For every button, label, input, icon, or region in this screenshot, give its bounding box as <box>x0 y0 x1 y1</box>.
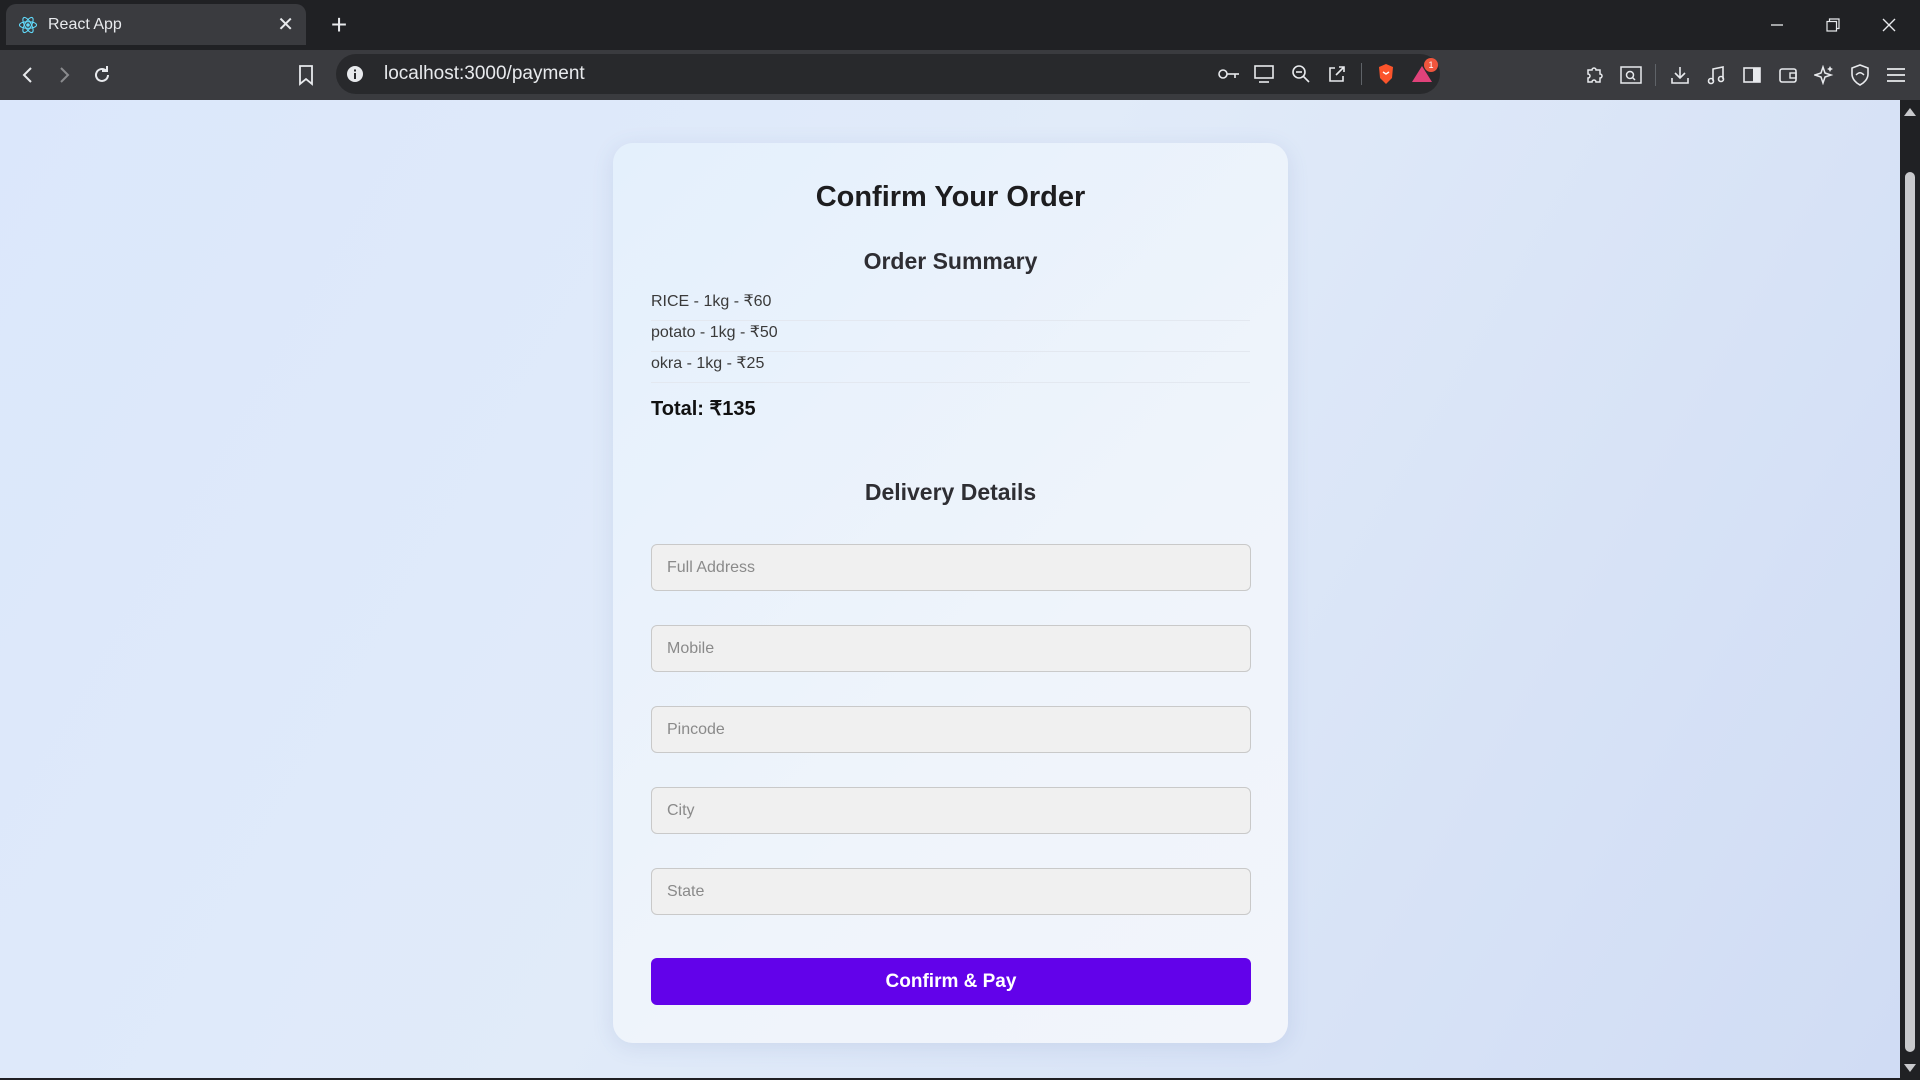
share-icon <box>1329 66 1345 82</box>
forward-arrow-icon <box>60 67 70 83</box>
confirm-pay-button[interactable]: Confirm & Pay <box>651 958 1251 1005</box>
scroll-down-arrow-icon[interactable] <box>1904 1064 1916 1072</box>
order-item: potato - 1kg - ₹50 <box>651 321 1250 352</box>
delivery-details-heading: Delivery Details <box>864 479 1037 505</box>
menu-button[interactable] <box>1878 57 1914 93</box>
downloads-button[interactable] <box>1662 57 1698 93</box>
toolbar-divider <box>1655 64 1656 86</box>
wallet-icon <box>1779 68 1797 83</box>
brave-lion-icon <box>1379 64 1393 84</box>
media-button[interactable] <box>1698 57 1734 93</box>
bookmark-icon <box>299 65 313 86</box>
brave-shields-button[interactable] <box>1368 56 1404 92</box>
restore-window-button[interactable] <box>1810 8 1856 42</box>
address-input[interactable] <box>651 544 1251 591</box>
key-icon <box>1218 69 1239 79</box>
tab-title: React App <box>48 15 122 33</box>
extensions-button[interactable] <box>1577 57 1613 93</box>
scrollbar-thumb[interactable] <box>1905 172 1915 1052</box>
sidebar-icon <box>1743 67 1761 83</box>
url-text[interactable]: localhost:3000/payment <box>384 63 585 85</box>
browser-tab[interactable]: React App ✕ <box>6 4 306 45</box>
order-item: RICE - 1kg - ₹60 <box>651 290 1250 321</box>
sparkle-icon <box>1814 65 1834 85</box>
order-items-list: RICE - 1kg - ₹60 potato - 1kg - ₹50 okra… <box>651 290 1250 383</box>
tab-search-button[interactable] <box>1613 57 1649 93</box>
brave-rewards-button[interactable]: 1 <box>1404 56 1440 92</box>
close-window-icon <box>1882 18 1896 32</box>
install-app-icon <box>1254 65 1274 83</box>
checkout-card: Confirm Your Order Order Summary RICE - … <box>613 143 1288 1043</box>
zoom-button[interactable] <box>1283 56 1319 92</box>
vertical-scrollbar[interactable] <box>1900 100 1920 1080</box>
city-input[interactable] <box>651 787 1251 834</box>
music-note-icon <box>1707 66 1725 85</box>
download-icon <box>1671 67 1689 84</box>
order-total: Total: ₹135 <box>651 398 756 420</box>
order-summary-heading: Order Summary <box>863 248 1038 274</box>
close-tab-icon[interactable]: ✕ <box>277 12 294 37</box>
tab-search-icon <box>1620 66 1642 84</box>
page-viewport: Confirm Your Order Order Summary RICE - … <box>0 100 1900 1078</box>
wallet-button[interactable] <box>1770 57 1806 93</box>
bookmark-button[interactable] <box>288 58 324 92</box>
vpn-button[interactable] <box>1842 57 1878 93</box>
sidebar-toggle-button[interactable] <box>1734 57 1770 93</box>
site-info-icon[interactable] <box>346 65 364 83</box>
zoom-out-icon <box>1292 65 1310 83</box>
omnibox-divider <box>1361 63 1362 85</box>
new-tab-button[interactable]: + <box>322 8 356 42</box>
state-input[interactable] <box>651 868 1251 915</box>
back-button[interactable] <box>10 58 46 92</box>
react-logo-icon <box>18 16 38 33</box>
pincode-input[interactable] <box>651 706 1251 753</box>
install-app-button[interactable] <box>1247 56 1283 92</box>
reload-button[interactable] <box>84 58 120 92</box>
restore-icon <box>1826 18 1840 32</box>
extension-toolbar <box>1577 56 1920 94</box>
address-bar[interactable]: localhost:3000/payment 1 <box>336 54 1440 94</box>
forward-button[interactable] <box>46 58 82 92</box>
hamburger-menu-icon <box>1887 68 1905 82</box>
minimize-icon <box>1771 24 1783 26</box>
back-arrow-icon <box>22 67 32 83</box>
puzzle-icon <box>1587 67 1603 83</box>
scroll-up-arrow-icon[interactable] <box>1904 108 1916 116</box>
leo-ai-button[interactable] <box>1806 57 1842 93</box>
minimize-window-button[interactable] <box>1754 8 1800 42</box>
password-key-button[interactable] <box>1211 56 1247 92</box>
rewards-badge: 1 <box>1424 58 1438 72</box>
order-item: okra - 1kg - ₹25 <box>651 352 1250 383</box>
share-button[interactable] <box>1319 56 1355 92</box>
tab-bar: React App ✕ + <box>0 0 1920 50</box>
shield-icon <box>1851 64 1869 86</box>
page-title: Confirm Your Order <box>815 181 1086 213</box>
reload-icon <box>95 66 109 82</box>
mobile-input[interactable] <box>651 625 1251 672</box>
close-window-button[interactable] <box>1866 8 1912 42</box>
